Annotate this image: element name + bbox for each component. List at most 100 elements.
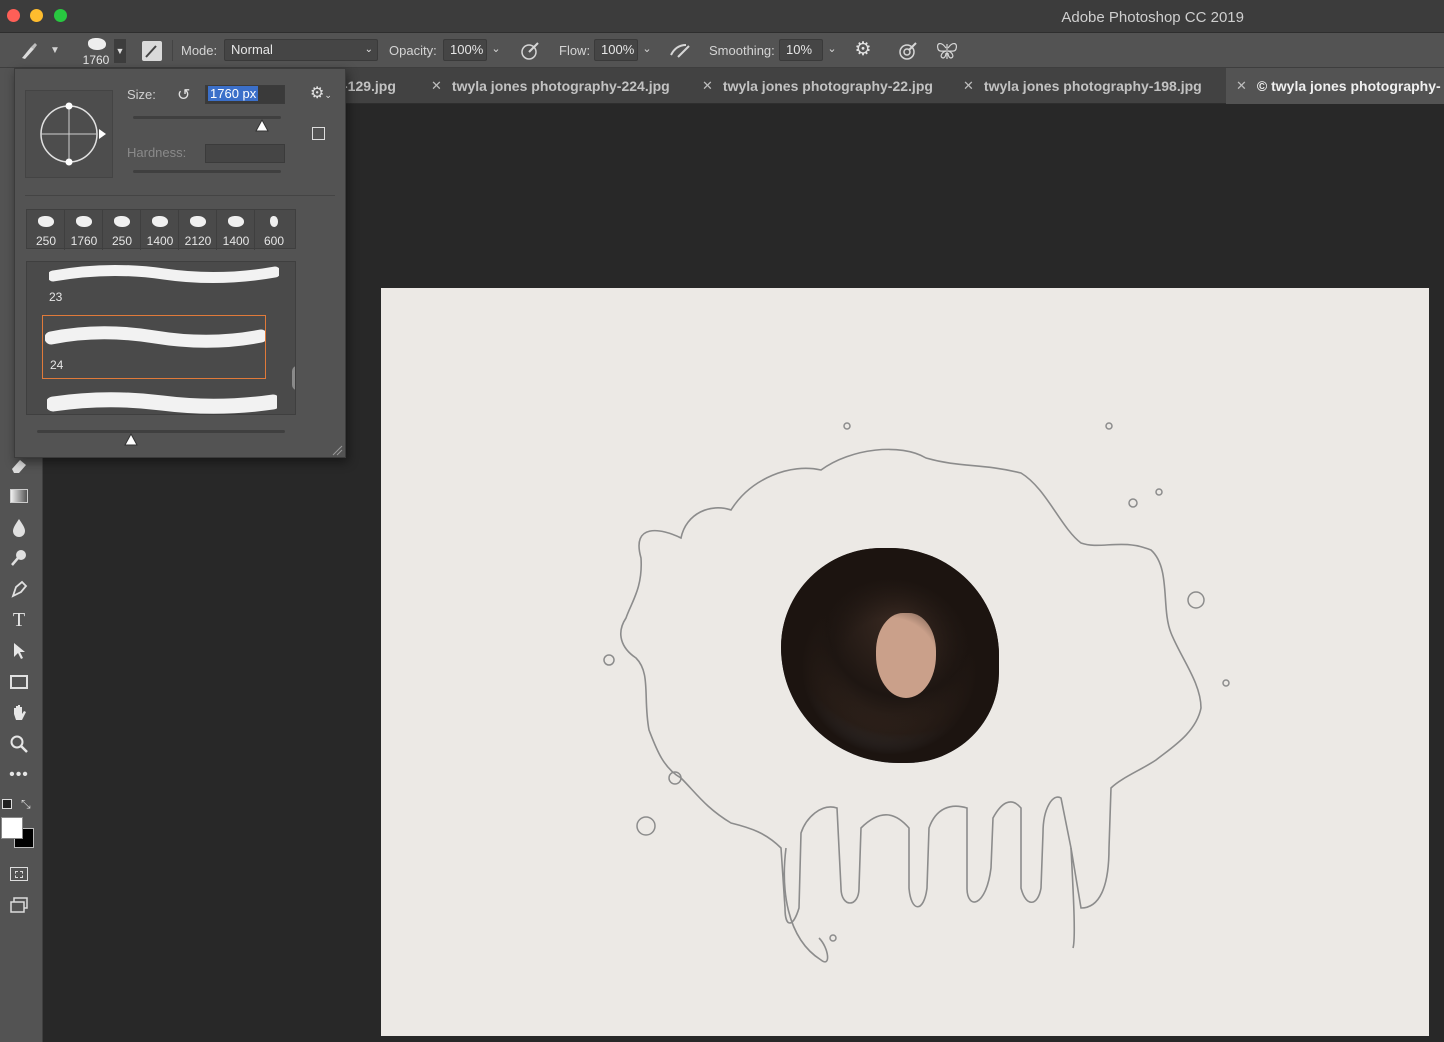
smoothing-label: Smoothing:	[709, 43, 775, 58]
preset-size: 250	[35, 234, 57, 248]
portrait-photo	[781, 548, 999, 763]
preset-size: 1760	[70, 234, 98, 248]
flow-label: Flow:	[559, 43, 591, 58]
dodge-tool-icon[interactable]	[7, 546, 31, 570]
airbrush-icon[interactable]	[668, 41, 692, 61]
more-tools-icon[interactable]: •••	[7, 763, 31, 787]
document-tab[interactable]: ✕ twyla jones photography-198.jpg	[963, 68, 1202, 104]
blur-tool-icon[interactable]	[7, 515, 31, 539]
flow-dropdown[interactable]: ⌄	[639, 39, 655, 61]
type-tool-icon[interactable]: T	[7, 608, 31, 632]
gear-icon[interactable]: ⚙⌄	[310, 83, 332, 103]
mode-label: Mode:	[181, 43, 218, 58]
brush-preset-picker: Size: ↺ 1760 px ⚙⌄ Hardness: 250 1760 25…	[14, 68, 346, 458]
brush-angle-preview[interactable]	[25, 90, 113, 178]
close-tab-icon[interactable]: ✕	[1236, 78, 1247, 94]
smoothing-input[interactable]: 10%	[779, 39, 823, 61]
hair	[781, 548, 999, 763]
app-title: Adobe Photoshop CC 2019	[1061, 9, 1244, 26]
brush-settings-panel-icon[interactable]	[142, 41, 162, 61]
close-window-button[interactable]	[7, 9, 20, 22]
preview-size-slider-track[interactable]	[37, 430, 285, 433]
close-tab-icon[interactable]: ✕	[963, 78, 974, 94]
hardness-label: Hardness:	[127, 145, 187, 160]
quick-mask-icon[interactable]	[7, 862, 31, 886]
brush-list-scrollbar[interactable]	[292, 366, 295, 390]
reset-size-icon[interactable]: ↺	[177, 85, 190, 105]
pressure-size-icon[interactable]	[897, 41, 919, 61]
document-tab[interactable]: ✕ twyla jones photography-22.jpg	[702, 68, 933, 104]
swap-colors-icon[interactable]: ⤡	[21, 797, 31, 812]
resize-grip-icon[interactable]	[331, 443, 343, 456]
brush-stroke-preview	[45, 326, 265, 348]
new-preset-icon[interactable]	[312, 127, 325, 140]
document-canvas[interactable]	[381, 288, 1429, 1036]
brush-stroke-preview	[49, 264, 279, 284]
brush-picker[interactable]: 1760	[80, 35, 112, 67]
brush-list-item-selected[interactable]: 24	[42, 315, 266, 379]
size-slider-thumb[interactable]	[254, 118, 269, 132]
chevron-down-icon: ⌄	[364, 44, 373, 55]
opacity-dropdown[interactable]: ⌄	[488, 39, 504, 61]
options-bar: ▼ 1760 ▼ Mode: Normal ⌄ Opacity: 100% ⌄ …	[0, 33, 1444, 68]
title-bar: Adobe Photoshop CC 2019	[0, 0, 1444, 33]
recent-brush-preset[interactable]: 600	[255, 210, 293, 250]
document-tab[interactable]: -129.jpg	[343, 68, 396, 104]
maximize-window-button[interactable]	[54, 9, 67, 22]
brush-tool-preset-icon[interactable]	[18, 41, 40, 61]
gradient-tool-icon[interactable]	[7, 484, 31, 508]
pressure-opacity-icon[interactable]	[519, 41, 541, 61]
document-tab[interactable]: ✕ twyla jones photography-224.jpg	[431, 68, 670, 104]
preset-size: 250	[111, 234, 133, 248]
tab-label: -129.jpg	[343, 78, 396, 94]
pen-tool-icon[interactable]	[7, 577, 31, 601]
gear-icon[interactable]: ⚙	[853, 40, 873, 60]
size-label: Size:	[127, 87, 156, 102]
recent-brush-preset[interactable]: 1400	[141, 210, 179, 250]
hand-tool-icon[interactable]	[7, 701, 31, 725]
document-tab-active[interactable]: ✕ © twyla jones photography-	[1226, 68, 1444, 104]
foreground-color-swatch[interactable]	[1, 817, 23, 839]
brush-tip-icon	[190, 216, 206, 227]
brush-list-item[interactable]: 23	[27, 262, 279, 310]
recent-brush-preset[interactable]: 250	[103, 210, 141, 250]
brush-number: 23	[49, 290, 63, 304]
smoothing-dropdown[interactable]: ⌄	[824, 39, 840, 61]
close-tab-icon[interactable]: ✕	[702, 78, 713, 94]
zoom-tool-icon[interactable]	[7, 732, 31, 756]
brush-list-item[interactable]	[27, 384, 279, 414]
brush-tip-icon	[152, 216, 168, 227]
preview-size-slider-thumb[interactable]	[124, 432, 138, 446]
brush-list: 23 24	[26, 261, 296, 415]
minimize-window-button[interactable]	[30, 9, 43, 22]
brush-tip-icon	[88, 38, 106, 50]
hardness-slider-track[interactable]	[133, 170, 281, 173]
butterfly-icon[interactable]	[935, 40, 959, 62]
preset-size: 1400	[146, 234, 174, 248]
tab-label: © twyla jones photography-	[1256, 78, 1441, 94]
brush-number: 24	[50, 358, 64, 372]
default-colors-icon[interactable]	[2, 799, 12, 809]
recent-brush-preset[interactable]: 1760	[65, 210, 103, 250]
recent-brush-preset[interactable]: 250	[27, 210, 65, 250]
chevron-down-icon[interactable]: ▼	[50, 33, 60, 68]
hardness-input[interactable]	[205, 144, 285, 163]
recent-brush-preset[interactable]: 1400	[217, 210, 255, 250]
opacity-label: Opacity:	[389, 43, 437, 58]
mode-value: Normal	[231, 42, 273, 57]
path-selection-tool-icon[interactable]	[7, 639, 31, 663]
brush-picker-dropdown[interactable]: ▼	[114, 39, 126, 63]
tab-label: twyla jones photography-198.jpg	[983, 78, 1202, 94]
size-input[interactable]: 1760 px	[205, 85, 285, 104]
separator	[172, 40, 173, 61]
mode-select[interactable]: Normal ⌄	[224, 39, 378, 61]
flow-input[interactable]: 100%	[594, 39, 638, 61]
recent-brush-preset[interactable]: 2120	[179, 210, 217, 250]
preset-size: 600	[263, 234, 285, 248]
brush-stroke-preview	[47, 392, 277, 414]
brush-tip-icon	[38, 216, 54, 227]
screen-mode-icon[interactable]	[7, 893, 31, 917]
close-tab-icon[interactable]: ✕	[431, 78, 442, 94]
opacity-input[interactable]: 100%	[443, 39, 487, 61]
rectangle-tool-icon[interactable]	[7, 670, 31, 694]
